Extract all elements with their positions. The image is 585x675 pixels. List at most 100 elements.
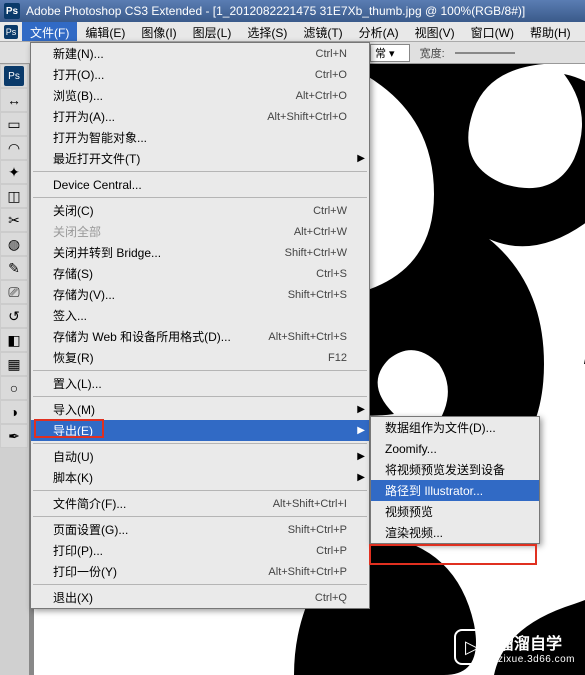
menu-layer[interactable]: 图层(L) [185, 22, 240, 41]
stamp-tool-icon[interactable]: ⎚ [0, 280, 28, 304]
title-text: Adobe Photoshop CS3 Extended - [1_201208… [26, 4, 525, 18]
menu-shortcut: F12 [328, 352, 347, 364]
menu-shortcut: Shift+Ctrl+S [288, 289, 347, 301]
menu-shortcut: Alt+Shift+Ctrl+S [268, 331, 347, 343]
menu-shortcut: Ctrl+W [313, 205, 347, 217]
menu-help[interactable]: 帮助(H) [522, 22, 579, 41]
file-menu-item[interactable]: 存储为 Web 和设备所用格式(D)... Alt+Shift+Ctrl+S [31, 326, 369, 347]
blur-tool-icon[interactable]: ○ [0, 376, 28, 400]
submenu-arrow-icon: ▶ [357, 425, 365, 436]
menu-file[interactable]: 文件(F) [22, 22, 77, 41]
menu-item-label: 签入... [53, 307, 87, 324]
menu-shortcut: Ctrl+Q [315, 592, 347, 604]
menu-shortcut: Alt+Shift+Ctrl+O [267, 111, 347, 123]
export-menu-item[interactable]: 路径到 Illustrator... [371, 480, 539, 501]
menu-view[interactable]: 视图(V) [407, 22, 463, 41]
file-menu-item[interactable]: 存储为(V)... Shift+Ctrl+S [31, 284, 369, 305]
file-dropdown: 新建(N)...Ctrl+N 打开(O)... Ctrl+O 浏览(B)... Alt+… [30, 42, 370, 609]
menu-item-label: 恢复(R) [53, 349, 94, 366]
file-menu-item[interactable]: 导入(M)▶ [31, 399, 369, 420]
file-menu-item[interactable]: 页面设置(G)...Shift+Ctrl+P [31, 519, 369, 540]
menu-item-label: 存储(S) [53, 265, 93, 282]
file-menu-item[interactable]: 文件简介(F)... Alt+Shift+Ctrl+I [31, 493, 369, 514]
width-input[interactable] [455, 52, 515, 54]
menu-item-label: 存储为 Web 和设备所用格式(D)... [53, 328, 231, 345]
menu-item-label: 打开为(A)... [53, 108, 115, 125]
menu-analysis[interactable]: 分析(A) [351, 22, 407, 41]
menu-window[interactable]: 窗口(W) [463, 22, 522, 41]
export-menu-item[interactable]: 渲染视频... [371, 522, 539, 543]
menu-item-label: 关闭并转到 Bridge... [53, 244, 161, 261]
titlebar: Ps Adobe Photoshop CS3 Extended - [1_201… [0, 0, 585, 22]
file-menu-item[interactable]: 最近打开文件(T) ▶ [31, 148, 369, 169]
menu-filter[interactable]: 滤镜(T) [295, 22, 350, 41]
file-menu-item[interactable]: 关闭(C)Ctrl+W [31, 200, 369, 221]
move-tool-icon[interactable]: ↔ [0, 88, 28, 112]
menu-shortcut: Alt+Ctrl+O [296, 90, 347, 102]
submenu-arrow-icon: ▶ [357, 153, 365, 164]
slice-tool-icon[interactable]: ✂ [0, 208, 28, 232]
menu-item-label: 自动(U) [53, 448, 94, 465]
history-tool-icon[interactable]: ↺ [0, 304, 28, 328]
export-menu-item[interactable]: Zoomify... [371, 438, 539, 459]
menu-item-label: 打开(O)... [53, 66, 104, 83]
file-menu-item[interactable]: Device Central... [31, 174, 369, 195]
menu-item-label: 浏览(B)... [53, 87, 103, 104]
toolbox-ps-icon[interactable]: Ps [0, 64, 28, 88]
export-menu-item[interactable]: 将视频预览发送到设备 [371, 459, 539, 480]
file-menu-item[interactable]: 关闭并转到 Bridge... Shift+Ctrl+W [31, 242, 369, 263]
file-menu-item[interactable]: 打印(P)... Ctrl+P [31, 540, 369, 561]
menu-shortcut: Alt+Shift+Ctrl+I [273, 498, 347, 510]
file-menu-item[interactable]: 置入(L)... [31, 373, 369, 394]
watermark: ▷ 溜溜自学 zixue.3d66.com [454, 629, 575, 665]
options-dropdown[interactable]: 常 ▾ [370, 44, 410, 62]
file-menu-item[interactable]: 打开为(A)... Alt+Shift+Ctrl+O [31, 106, 369, 127]
file-menu-item[interactable]: 打开为智能对象... [31, 127, 369, 148]
crop-tool-icon[interactable]: ◫ [0, 184, 28, 208]
file-menu-item[interactable]: 自动(U) ▶ [31, 446, 369, 467]
file-menu-item[interactable]: 新建(N)...Ctrl+N [31, 43, 369, 64]
file-menu-item[interactable]: 浏览(B)... Alt+Ctrl+O [31, 85, 369, 106]
menu-item-label: 存储为(V)... [53, 286, 115, 303]
eraser-tool-icon[interactable]: ◧ [0, 328, 28, 352]
file-menu-item[interactable]: 打印一份(Y)Alt+Shift+Ctrl+P [31, 561, 369, 582]
wand-tool-icon[interactable]: ✦ [0, 160, 28, 184]
menu-edit[interactable]: 编辑(E) [77, 22, 133, 41]
heal-tool-icon[interactable]: ◍ [0, 232, 28, 256]
menu-item-label: 最近打开文件(T) [53, 150, 140, 167]
menu-image[interactable]: 图像(I) [133, 22, 184, 41]
file-menu-item[interactable]: 导出(E)▶ [31, 420, 369, 441]
menu-shortcut: Alt+Shift+Ctrl+P [268, 566, 347, 578]
submenu-arrow-icon: ▶ [357, 451, 365, 462]
export-menu-item[interactable]: 视频预览 [371, 501, 539, 522]
pen-tool-icon[interactable]: ✒ [0, 424, 28, 448]
menu-shortcut: Ctrl+O [315, 69, 347, 81]
file-menu-item[interactable]: 退出(X)Ctrl+Q [31, 587, 369, 608]
dodge-tool-icon[interactable]: ◑ [0, 400, 28, 424]
export-submenu: 数据组作为文件(D)...Zoomify...将视频预览发送到设备路径到 Ill… [370, 416, 540, 544]
menu-item-label: 导入(M) [53, 401, 95, 418]
brush-tool-icon[interactable]: ✎ [0, 256, 28, 280]
marquee-tool-icon[interactable]: ▭ [0, 112, 28, 136]
menu-item-label: 打开为智能对象... [53, 129, 147, 146]
menu-item-label: 打印(P)... [53, 542, 103, 559]
menu-shortcut: Ctrl+P [316, 545, 347, 557]
file-menu-item[interactable]: 签入... [31, 305, 369, 326]
lasso-tool-icon[interactable]: ◠ [0, 136, 28, 160]
gradient-tool-icon[interactable]: ▦ [0, 352, 28, 376]
menu-item-label: 文件简介(F)... [53, 495, 126, 512]
menu-ps-icon[interactable]: Ps [0, 22, 22, 41]
export-menu-item: 数据组作为文件(D)... [371, 417, 539, 438]
menu-select[interactable]: 选择(S) [239, 22, 295, 41]
file-menu-item[interactable]: 脚本(K)▶ [31, 467, 369, 488]
toolbox: Ps ↔ ▭ ◠ ✦ ◫ ✂ ◍ ✎ ⎚ ↺ ◧ ▦ ○ ◑ ✒ [0, 64, 30, 675]
watermark-url: zixue.3d66.com [498, 654, 575, 665]
file-menu-item[interactable]: 存储(S)Ctrl+S [31, 263, 369, 284]
menu-item-label: 置入(L)... [53, 375, 102, 392]
watermark-play-icon: ▷ [454, 629, 490, 665]
menu-shortcut: Shift+Ctrl+W [285, 247, 347, 259]
file-menu-item[interactable]: 恢复(R) F12 [31, 347, 369, 368]
menu-item-label: 新建(N)... [53, 45, 104, 62]
menu-item-label: 脚本(K) [53, 469, 93, 486]
file-menu-item[interactable]: 打开(O)... Ctrl+O [31, 64, 369, 85]
